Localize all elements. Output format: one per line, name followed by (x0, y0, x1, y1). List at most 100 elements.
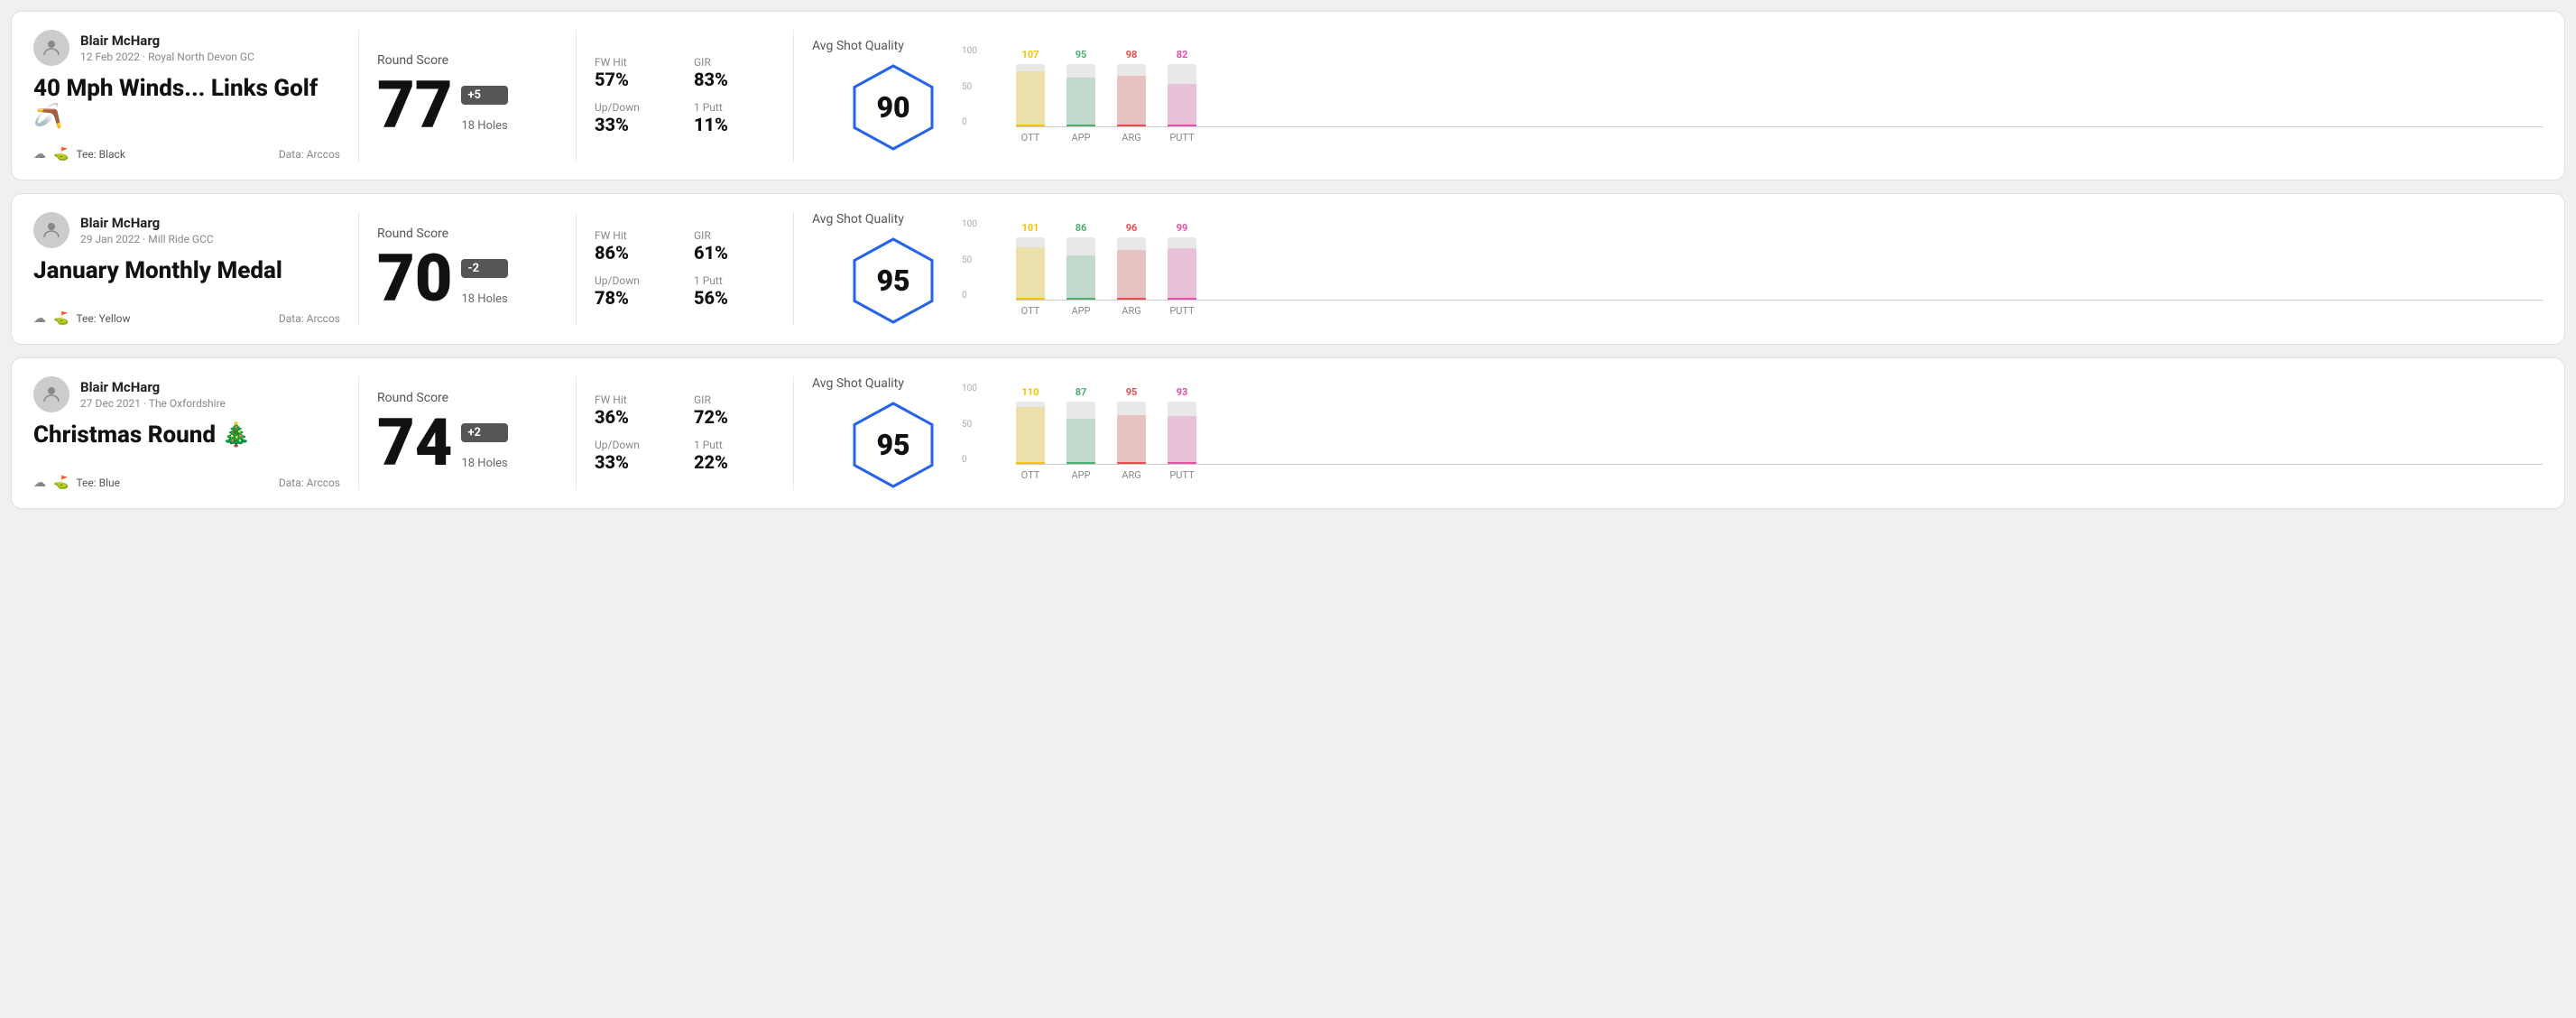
gir-label: GIR (694, 229, 775, 242)
updown-label: Up/Down (595, 101, 676, 114)
score-badge: +2 (461, 423, 507, 442)
bar-value-arg: 98 (1126, 49, 1138, 60)
divider-3 (793, 376, 794, 490)
bar-fill-bg-putt (1168, 416, 1196, 465)
divider-1 (358, 376, 359, 490)
bar-bg-app (1066, 237, 1095, 301)
bar-value-app: 87 (1076, 386, 1087, 398)
bar-column-app: 95 APP (1066, 49, 1095, 127)
user-info: Blair McHarg 12 Feb 2022 · Royal North D… (80, 32, 254, 63)
stats-section: FW Hit 57% GIR 83% Up/Down 33% 1 Putt 11… (595, 30, 775, 162)
fw-hit-stat: FW Hit 86% (595, 229, 676, 264)
bar-value-arg: 96 (1126, 222, 1138, 234)
bar-bg-ott (1016, 64, 1045, 127)
putt1-label: 1 Putt (694, 101, 775, 114)
round-card: Blair McHarg 29 Jan 2022 · Mill Ride GCC… (11, 193, 2565, 345)
bar-bg-putt (1168, 402, 1196, 465)
divider-2 (576, 212, 577, 326)
bar-name-arg: ARG (1122, 305, 1140, 317)
score-badge: +5 (461, 86, 507, 105)
gir-label: GIR (694, 56, 775, 69)
round-card: Blair McHarg 27 Dec 2021 · The Oxfordshi… (11, 357, 2565, 509)
bar-fill-bg-app (1066, 255, 1095, 301)
bar-value-ott: 110 (1022, 386, 1039, 398)
quality-section: Avg Shot Quality 90 (812, 30, 974, 162)
hex-score: 95 (876, 428, 909, 462)
score-holes: 18 Holes (461, 292, 507, 306)
bar-name-app: APP (1071, 132, 1090, 143)
score-holes: 18 Holes (461, 119, 507, 133)
quality-label: Avg Shot Quality (812, 39, 904, 53)
bar-column-app: 86 APP (1066, 222, 1095, 301)
gir-value: 61% (694, 242, 775, 264)
putt1-value: 56% (694, 287, 775, 309)
bar-top-line-arg (1117, 298, 1146, 301)
updown-value: 78% (595, 287, 676, 309)
bar-column-ott: 110 OTT (1016, 386, 1045, 465)
putt1-label: 1 Putt (694, 274, 775, 287)
round-title: 40 Mph Winds... Links Golf 🪃 (33, 75, 340, 131)
y-label-0: 0 (962, 291, 977, 301)
score-number: 74 (377, 411, 452, 476)
bar-column-ott: 101 OTT (1016, 222, 1045, 301)
score-holes: 18 Holes (461, 457, 507, 470)
bar-top-line-ott (1016, 298, 1045, 301)
user-row: Blair McHarg 29 Jan 2022 · Mill Ride GCC (33, 212, 340, 248)
score-section: Round Score 77 +5 18 Holes (377, 30, 558, 162)
bar-column-putt: 93 PUTT (1168, 386, 1196, 465)
bar-name-putt: PUTT (1169, 469, 1194, 481)
data-source: Data: Arccos (279, 477, 340, 489)
bar-name-arg: ARG (1122, 132, 1140, 143)
bar-fill-bg-ott (1016, 407, 1045, 465)
fw-hit-stat: FW Hit 57% (595, 56, 676, 90)
bar-value-putt: 82 (1177, 49, 1188, 60)
tee-label: Tee: Yellow (76, 312, 130, 325)
bar-name-putt: PUTT (1169, 132, 1194, 143)
y-label-100: 100 (962, 46, 977, 56)
bar-column-putt: 82 PUTT (1168, 49, 1196, 127)
stats-section: FW Hit 86% GIR 61% Up/Down 78% 1 Putt 56… (595, 212, 775, 326)
weather-icon: ☁ (33, 476, 46, 490)
bar-chart: 101 OTT 86 APP 96 (1016, 219, 2543, 319)
score-meta: -2 18 Holes (461, 259, 507, 306)
fw-hit-label: FW Hit (595, 56, 676, 69)
gir-value: 83% (694, 69, 775, 90)
user-icon (41, 219, 62, 241)
hexagon-container: 95 (848, 236, 938, 326)
bar-column-arg: 98 ARG (1117, 49, 1146, 127)
user-name: Blair McHarg (80, 215, 214, 231)
quality-section: Avg Shot Quality 95 (812, 376, 974, 490)
score-number: 77 (377, 73, 452, 138)
score-label: Round Score (377, 53, 558, 68)
stats-grid: FW Hit 36% GIR 72% Up/Down 33% 1 Putt 22… (595, 393, 775, 473)
card-left: Blair McHarg 12 Feb 2022 · Royal North D… (33, 30, 340, 162)
bar-bg-arg (1117, 237, 1146, 301)
fw-hit-stat: FW Hit 36% (595, 393, 676, 428)
data-source: Data: Arccos (279, 148, 340, 161)
bar-top-line-ott (1016, 125, 1045, 127)
bar-bg-putt (1168, 64, 1196, 127)
gir-value: 72% (694, 406, 775, 428)
gir-stat: GIR 61% (694, 229, 775, 264)
bar-name-app: APP (1071, 469, 1090, 481)
bar-bg-putt (1168, 237, 1196, 301)
card-footer: ☁ ⛳ Tee: Blue Data: Arccos (33, 476, 340, 490)
fw-hit-value: 86% (595, 242, 676, 264)
tee-info: ☁ ⛳ Tee: Yellow (33, 311, 131, 326)
bar-value-ott: 107 (1022, 49, 1039, 60)
data-source: Data: Arccos (279, 312, 340, 325)
card-footer: ☁ ⛳ Tee: Yellow Data: Arccos (33, 311, 340, 326)
updown-stat: Up/Down 33% (595, 101, 676, 135)
user-icon (41, 37, 62, 59)
bar-fill-bg-putt (1168, 84, 1196, 127)
card-left: Blair McHarg 27 Dec 2021 · The Oxfordshi… (33, 376, 340, 490)
score-meta: +5 18 Holes (461, 86, 507, 133)
gir-label: GIR (694, 393, 775, 406)
quality-label: Avg Shot Quality (812, 376, 904, 391)
hex-score: 90 (876, 90, 909, 125)
bar-name-ott: OTT (1021, 132, 1040, 143)
divider-1 (358, 30, 359, 162)
date-venue: 27 Dec 2021 · The Oxfordshire (80, 397, 226, 410)
score-row: 70 -2 18 Holes (377, 246, 558, 311)
putt1-value: 11% (694, 114, 775, 135)
